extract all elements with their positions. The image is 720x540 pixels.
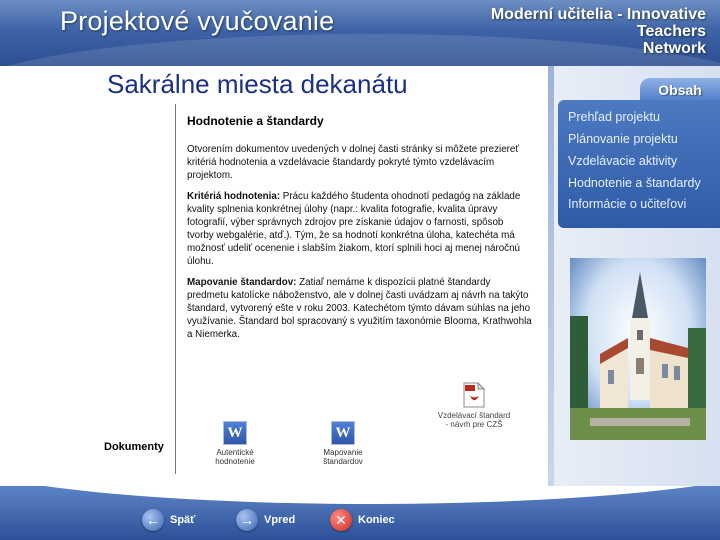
contents-tab[interactable]: Obsah bbox=[640, 78, 720, 102]
document-label-line: - návrh pre CZŠ bbox=[445, 420, 503, 429]
right-panel-stripe bbox=[548, 66, 554, 486]
document-standards-mapping[interactable]: W Mapovanie štandardov bbox=[314, 421, 372, 466]
close-icon: ✕ bbox=[330, 509, 352, 531]
back-button[interactable]: ← Späť bbox=[142, 508, 195, 532]
mapping-label: Mapovanie štandardov: bbox=[187, 277, 297, 288]
nav-item-project-planning[interactable]: Plánovanie projektu bbox=[568, 132, 678, 146]
network-logo-text: Moderní učitelia - Innovative Teachers N… bbox=[466, 6, 706, 57]
app-title: Projektové vyučovanie bbox=[60, 6, 335, 36]
next-button-label: Vpred bbox=[264, 514, 296, 526]
footer-wave-decoration bbox=[0, 486, 720, 504]
network-line-3: Network bbox=[642, 40, 706, 57]
documents-label: Dokumenty bbox=[104, 441, 164, 453]
criteria-paragraph: Kritériá hodnotenia: Prácu každého štude… bbox=[187, 190, 532, 268]
document-label-line: Autentické bbox=[216, 448, 254, 457]
next-button[interactable]: → Vpred bbox=[236, 508, 295, 532]
back-button-label: Späť bbox=[170, 514, 196, 526]
document-label-line: štandardov bbox=[323, 457, 363, 466]
word-document-icon: W bbox=[331, 421, 355, 445]
criteria-text: Prácu každého študenta ohodnotí pedagóg … bbox=[187, 191, 521, 267]
word-document-icon: W bbox=[223, 421, 247, 445]
mapping-paragraph: Mapovanie štandardov: Zatiaľ nemáme k di… bbox=[187, 276, 532, 341]
intro-paragraph: Otvorením dokumentov uvedených v dolnej … bbox=[187, 144, 520, 181]
document-label-line: hodnotenie bbox=[215, 457, 255, 466]
end-button[interactable]: ✕ Koniec bbox=[330, 508, 395, 532]
nav-item-assessment-standards[interactable]: Hodnotenie a štandardy bbox=[568, 176, 701, 190]
criteria-label: Kritériá hodnotenia: bbox=[187, 191, 281, 202]
arrow-left-icon: ← bbox=[142, 509, 164, 531]
church-photo bbox=[570, 258, 706, 440]
network-line-2: Teachers bbox=[636, 23, 706, 40]
document-label: Mapovanie štandardov bbox=[314, 448, 372, 466]
content-divider bbox=[175, 104, 176, 474]
header-banner: Projektové vyučovanie Moderní učitelia -… bbox=[0, 0, 720, 66]
arrow-right-icon: → bbox=[236, 509, 258, 531]
document-label-line: Mapovanie bbox=[323, 448, 363, 457]
section-heading: Hodnotenie a štandardy bbox=[187, 114, 324, 128]
nav-item-teacher-info[interactable]: Informácie o učiteľovi bbox=[568, 197, 686, 211]
document-label: Vzdelávací štandard - návrh pre CZŠ bbox=[434, 411, 514, 429]
nav-item-project-overview[interactable]: Prehľad projektu bbox=[568, 110, 660, 124]
end-button-label: Koniec bbox=[358, 514, 395, 526]
document-label-line: Vzdelávací štandard bbox=[437, 411, 511, 420]
page-title: Sakrálne miesta dekanátu bbox=[107, 69, 408, 99]
network-line-1: Moderní učitelia - Innovative bbox=[490, 6, 706, 23]
document-label: Autentické hodnotenie bbox=[206, 448, 264, 466]
document-authentic-assessment[interactable]: W Autentické hodnotenie bbox=[206, 421, 264, 466]
pdf-document-icon bbox=[463, 381, 486, 408]
nav-item-learning-activities[interactable]: Vzdelávacie aktivity bbox=[568, 154, 677, 168]
document-education-standard-pdf[interactable]: Vzdelávací štandard - návrh pre CZŠ bbox=[434, 381, 514, 429]
